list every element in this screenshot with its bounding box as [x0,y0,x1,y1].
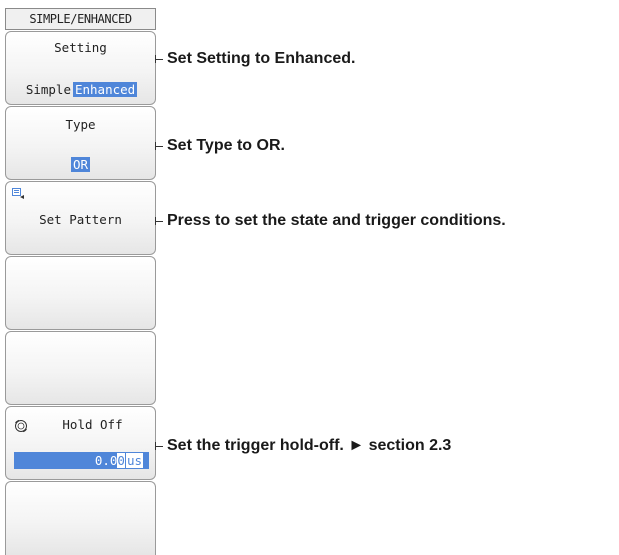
setting-title: Setting [54,40,107,55]
menu-title: SIMPLE/ENHANCED [5,8,156,30]
setting-annotation: Set Setting to Enhanced. [167,50,356,67]
hold-off-softkey[interactable]: Hold Off 0.00 us [5,406,156,480]
hold-off-cursor-digit: 0 [117,453,125,468]
set-pattern-softkey[interactable]: Set Pattern [5,181,156,255]
hold-off-value-field[interactable]: 0.00 us [14,452,149,469]
blank-softkey-1 [5,256,156,330]
hold-off-annotation: Set the trigger hold-off. ► section 2.3 [167,437,452,454]
set-pattern-callout-line [155,221,163,222]
setting-option-simple[interactable]: Simple [24,82,73,97]
type-value: OR [70,157,91,172]
setting-option-enhanced[interactable]: Enhanced [72,82,138,97]
setting-options: Simple Enhanced [6,82,155,97]
type-callout-line [155,146,163,147]
type-title: Type [65,117,96,132]
rotary-knob-icon [15,419,27,433]
type-annotation: Set Type to OR. [167,137,285,154]
setting-callout-line [155,59,163,60]
softkey-panel: SIMPLE/ENHANCED Setting Simple Enhanced T… [5,8,156,555]
blank-softkey-2 [5,331,156,405]
setting-softkey[interactable]: Setting Simple Enhanced [5,31,156,105]
type-value-row: OR [6,157,155,172]
set-pattern-label: Set Pattern [39,212,122,227]
hold-off-unit: us [125,453,143,468]
hold-off-callout-line [155,446,163,447]
type-softkey[interactable]: Type OR [5,106,156,180]
menu-submenu-icon [12,188,24,199]
hold-off-value: 0.0 [94,453,118,468]
hold-off-title: Hold Off [62,417,123,432]
set-pattern-annotation: Press to set the state and trigger condi… [167,212,506,229]
blank-softkey-3 [5,481,156,555]
